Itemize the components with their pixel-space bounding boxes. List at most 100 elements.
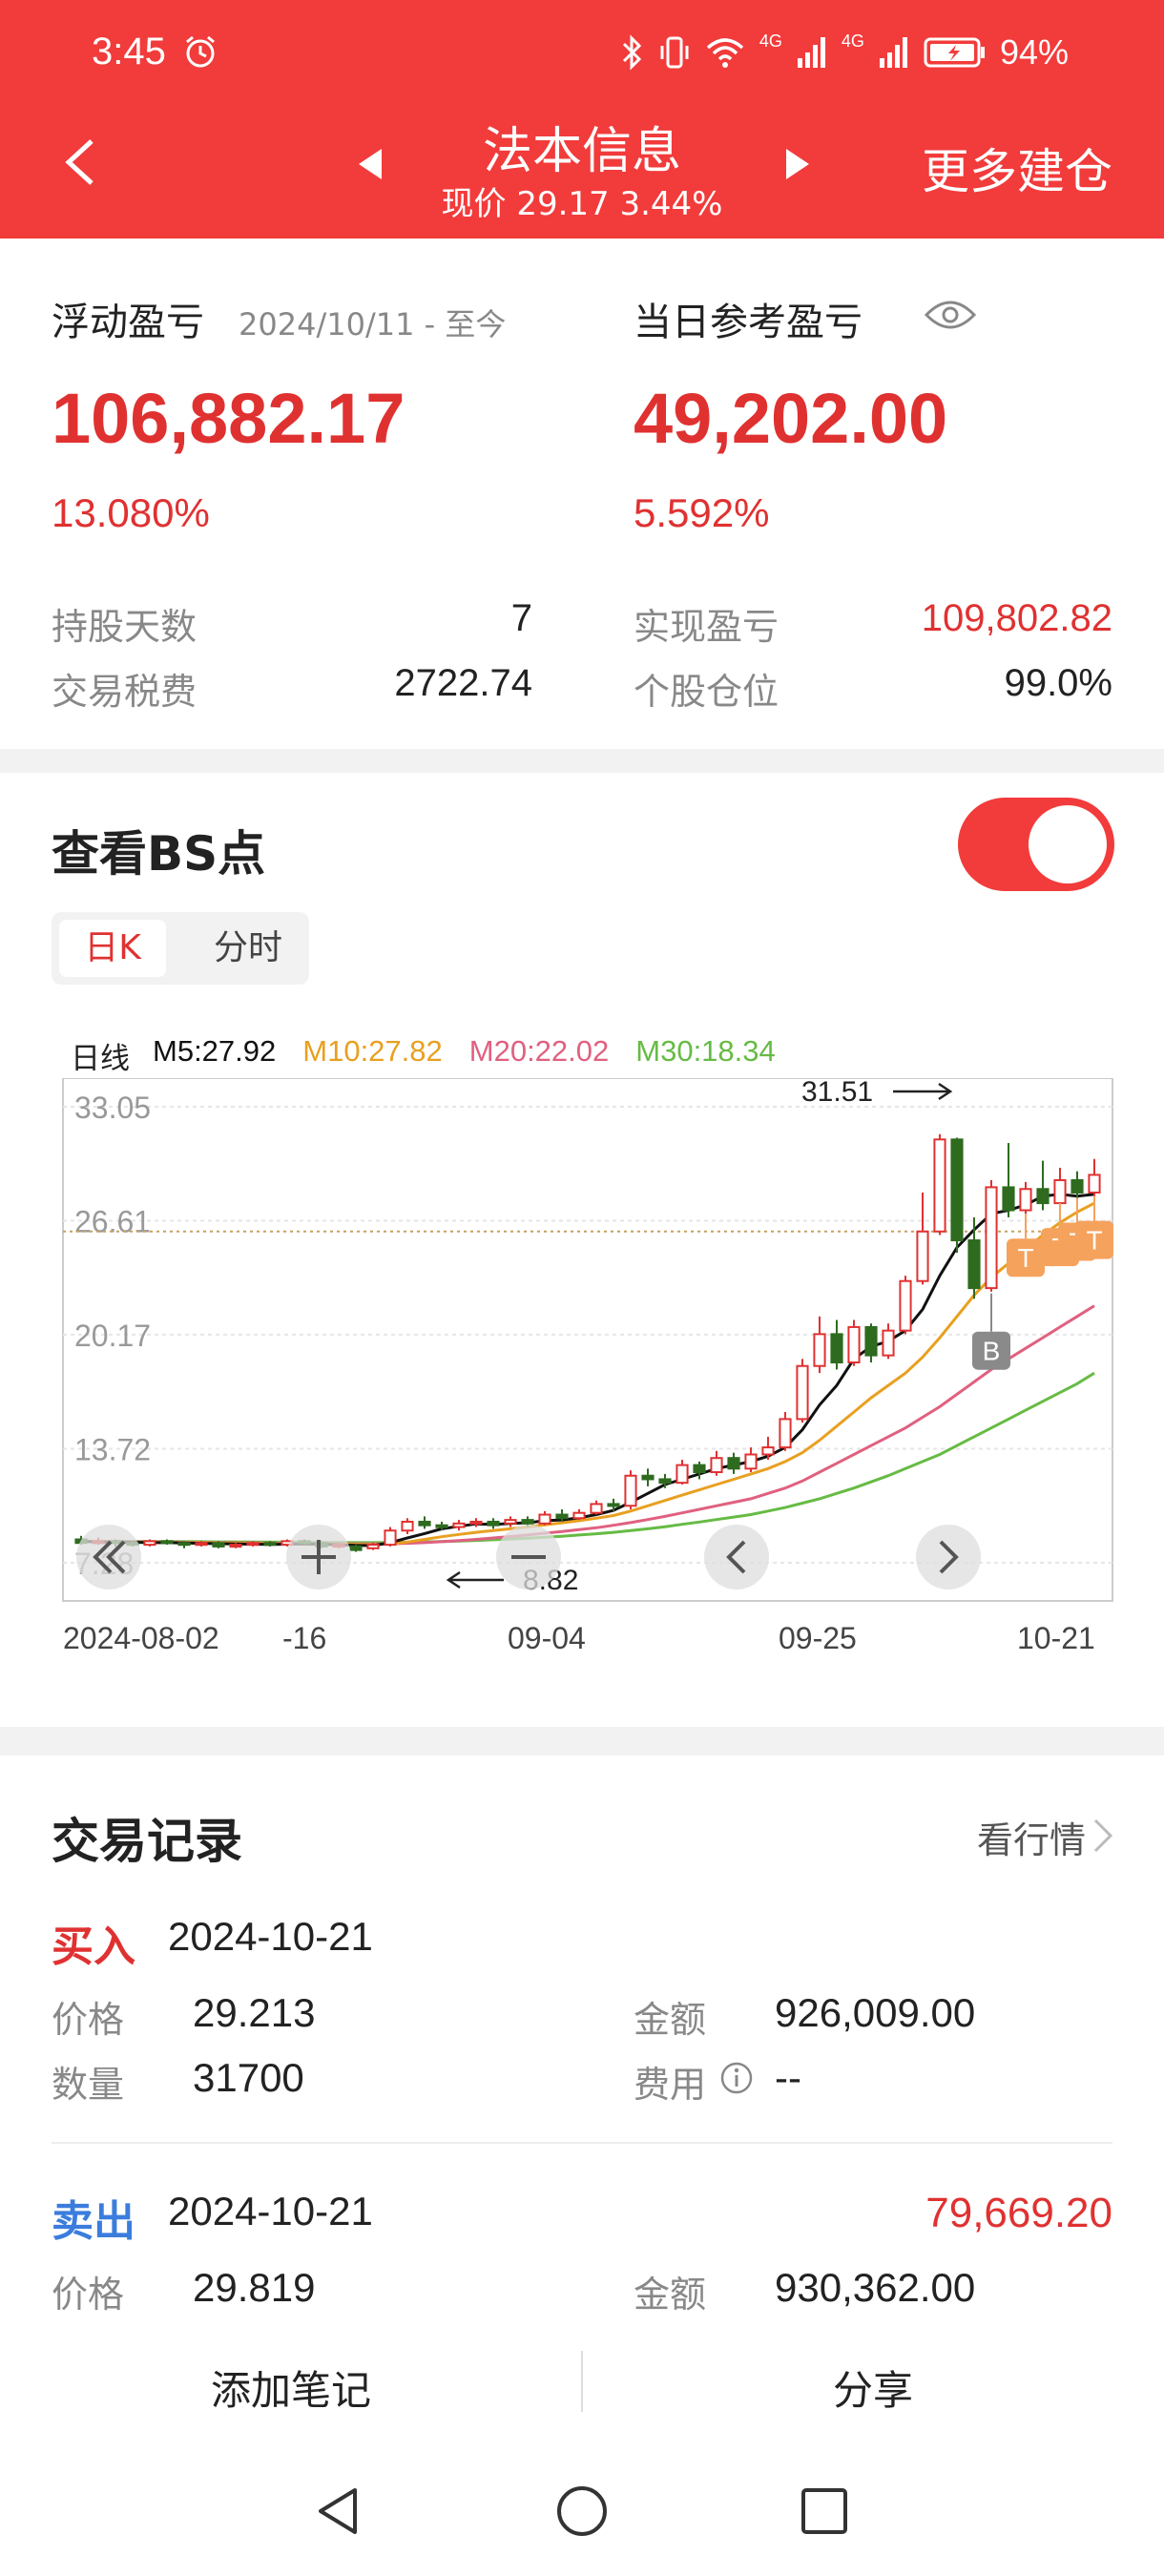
candle-body xyxy=(555,1513,569,1520)
candle-body xyxy=(761,1446,775,1456)
kline-chart[interactable]: 33.0526.6120.1713.727.28 BTTTT 31.518.82… xyxy=(0,1078,1164,1670)
wifi-icon xyxy=(706,38,744,68)
x-tick-3: 09-25 xyxy=(779,1621,857,1655)
top-header: 3:45 4G 4G 94% 法本信息 现价 29.17 3.44% 更多建仓 xyxy=(0,0,1164,239)
add-note-button[interactable]: 添加笔记 xyxy=(0,2358,582,2417)
candle-body xyxy=(847,1325,861,1364)
candle xyxy=(624,1470,637,1509)
vibrate-icon xyxy=(660,36,689,69)
candle-body xyxy=(1019,1188,1032,1212)
network-label-2: 4G xyxy=(841,31,864,51)
legend-daily: 日线 xyxy=(71,1042,130,1075)
alarm-icon xyxy=(186,35,215,68)
zoom-in-button[interactable] xyxy=(286,1525,351,1589)
hold-days-value: 7 xyxy=(510,597,532,639)
sell-amount-label: 金额 xyxy=(634,2274,707,2316)
scroll-left-button[interactable] xyxy=(704,1525,769,1589)
x-tick-4: 10-21 xyxy=(1017,1621,1095,1655)
buy-fee: -- xyxy=(775,2055,801,2100)
candle-body xyxy=(212,1542,225,1548)
zoom-minus-button[interactable] xyxy=(496,1525,561,1589)
buy-qty-label: 数量 xyxy=(52,2064,125,2106)
candle-body xyxy=(727,1457,740,1470)
realized-value: 109,802.82 xyxy=(921,597,1112,639)
buy-date: 2024-10-21 xyxy=(168,1914,373,1959)
candle-body xyxy=(195,1542,208,1547)
candle xyxy=(950,1137,964,1254)
y-tick-label: 13.72 xyxy=(74,1433,151,1467)
candle-body xyxy=(967,1239,981,1290)
candle xyxy=(796,1359,809,1423)
candle-body xyxy=(435,1524,448,1528)
x-tick-2: 09-04 xyxy=(508,1621,586,1655)
candle-body xyxy=(830,1333,843,1364)
candle-body xyxy=(693,1464,706,1474)
today-pnl-value: 49,202.00 xyxy=(634,379,948,458)
chart-tabs: 日K 分时 xyxy=(52,912,309,985)
candle-body xyxy=(933,1138,946,1233)
candle-body xyxy=(1088,1174,1101,1194)
sell-profit: 79,669.20 xyxy=(925,2190,1112,2236)
candle xyxy=(899,1276,912,1335)
float-pnl-value: 106,882.17 xyxy=(52,379,405,458)
tax-value: 2722.74 xyxy=(394,662,532,704)
candle-body xyxy=(590,1503,603,1514)
candle-body xyxy=(366,1544,380,1549)
candle-body xyxy=(469,1520,483,1525)
candle-body xyxy=(229,1544,242,1548)
bs-toggle[interactable] xyxy=(958,798,1114,891)
candle-body xyxy=(641,1474,655,1481)
today-pnl-label: 当日参考盈亏 xyxy=(634,301,863,344)
candle-body xyxy=(607,1503,620,1507)
candle xyxy=(212,1541,225,1548)
signal-icon-2 xyxy=(879,37,907,68)
nav-home-icon[interactable] xyxy=(553,2483,611,2540)
buy-amount: 926,009.00 xyxy=(775,1990,976,2035)
candle-body xyxy=(916,1230,929,1282)
float-pnl-label: 浮动盈亏 xyxy=(52,301,204,344)
buy-amount-label: 金额 xyxy=(634,1999,707,2041)
next-stock-button[interactable] xyxy=(780,145,815,183)
signal-icon xyxy=(797,37,825,68)
sell-date: 2024-10-21 xyxy=(168,2189,373,2233)
candle-body xyxy=(349,1545,363,1551)
ma-legend: 日线 M5:27.92 M10:27.82 M20:22.02 M30:18.3… xyxy=(71,1034,776,1077)
sell-tag: 卖出 xyxy=(52,2197,135,2246)
zoom-out-control[interactable] xyxy=(76,1525,141,1589)
tab-day-k[interactable]: 日K xyxy=(59,920,166,977)
bluetooth-icon xyxy=(622,34,642,71)
view-quote-link[interactable]: 看行情 xyxy=(977,1811,1086,1863)
scroll-right-button[interactable] xyxy=(916,1525,981,1589)
legend-m20: M20:22.02 xyxy=(468,1034,610,1068)
toggle-knob xyxy=(1029,805,1107,883)
candle-body xyxy=(1053,1178,1067,1205)
candle-body xyxy=(572,1511,586,1520)
nav-recents-icon[interactable] xyxy=(796,2483,853,2540)
candle-body xyxy=(452,1522,466,1528)
candle-body xyxy=(658,1478,672,1485)
candle-body xyxy=(710,1457,723,1474)
y-tick-label: 26.61 xyxy=(74,1204,151,1238)
x-tick-0: 2024-08-02 xyxy=(63,1621,219,1655)
candle-body xyxy=(899,1279,912,1332)
candle xyxy=(384,1527,397,1547)
record-divider xyxy=(52,2142,1112,2144)
share-button[interactable]: 分享 xyxy=(582,2358,1164,2417)
tab-minute[interactable]: 分时 xyxy=(195,920,301,977)
chevron-right-icon[interactable] xyxy=(1090,1815,1116,1857)
marker-label: B xyxy=(983,1337,1001,1366)
eye-icon[interactable] xyxy=(924,296,977,334)
candle-body xyxy=(624,1474,637,1507)
float-pnl-pct: 13.080% xyxy=(52,490,210,535)
candle-body xyxy=(143,1540,156,1547)
buy-price-label: 价格 xyxy=(52,1999,125,2041)
sell-price: 29.819 xyxy=(193,2265,316,2310)
more-positions-button[interactable]: 更多建仓 xyxy=(922,134,1112,202)
info-icon[interactable] xyxy=(719,2061,754,2095)
candle-body xyxy=(796,1364,809,1421)
bs-title: 查看BS点 xyxy=(52,826,266,882)
legend-m30: M30:18.34 xyxy=(635,1034,776,1068)
candle-body xyxy=(418,1520,431,1527)
nav-back-icon[interactable] xyxy=(311,2483,368,2540)
high-annotation: 31.51 xyxy=(801,1078,873,1108)
